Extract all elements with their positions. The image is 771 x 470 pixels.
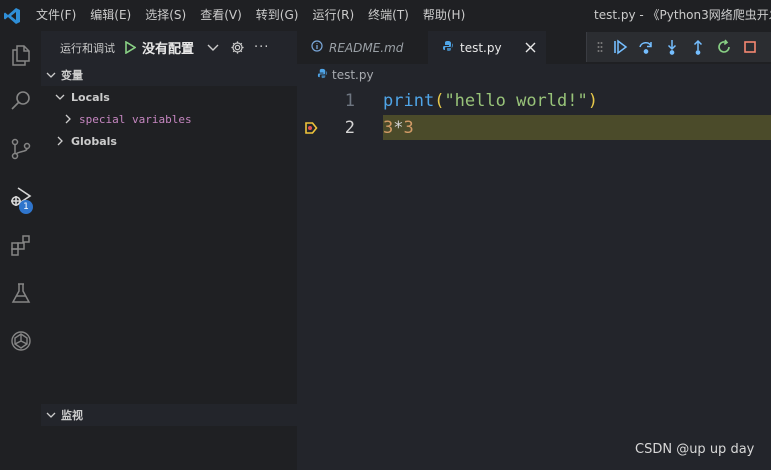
editor-tabs: README.md test.py bbox=[297, 31, 771, 64]
drag-grip-icon[interactable] bbox=[593, 41, 607, 53]
menu-file[interactable]: 文件(F) bbox=[29, 0, 83, 31]
menu-view[interactable]: 查看(V) bbox=[193, 0, 249, 31]
code-editor[interactable]: 1 print("hello world!") 2 3*3 bbox=[297, 86, 771, 470]
menu-go[interactable]: 转到(G) bbox=[249, 0, 306, 31]
menu-terminal[interactable]: 终端(T) bbox=[361, 0, 416, 31]
testing-flask-icon[interactable] bbox=[0, 269, 41, 317]
variables-title: 变量 bbox=[61, 69, 83, 82]
breadcrumb[interactable]: test.py bbox=[317, 64, 374, 86]
locals-label: Locals bbox=[71, 90, 110, 104]
tab-test-label: test.py bbox=[460, 40, 502, 55]
code-token: * bbox=[393, 118, 404, 138]
run-debug-icon[interactable]: 1 bbox=[0, 173, 41, 221]
python-icon bbox=[317, 68, 328, 82]
search-icon[interactable] bbox=[0, 77, 41, 125]
chevron-down-icon[interactable] bbox=[206, 41, 220, 55]
explorer-icon[interactable] bbox=[0, 31, 41, 79]
tree-item-special-variables[interactable]: special variables bbox=[41, 108, 297, 130]
line-code: 3*3 bbox=[383, 115, 414, 142]
tab-readme[interactable]: README.md bbox=[297, 31, 428, 64]
watch-section-header[interactable]: 监视 bbox=[41, 404, 297, 426]
step-into-icon[interactable] bbox=[659, 34, 685, 60]
code-line-current: 2 3*3 bbox=[297, 115, 771, 142]
chevron-down-icon bbox=[46, 410, 56, 420]
chevron-right-icon bbox=[55, 136, 65, 146]
chatgpt-icon[interactable] bbox=[0, 317, 41, 365]
menu-edit[interactable]: 编辑(E) bbox=[83, 0, 138, 31]
title-bar: 文件(F) 编辑(E) 选择(S) 查看(V) 转到(G) 运行(R) 终端(T… bbox=[0, 0, 771, 31]
step-over-icon[interactable] bbox=[633, 34, 659, 60]
python-icon bbox=[442, 40, 454, 55]
editor-area: README.md test.py test.py 1 print("hello… bbox=[297, 31, 771, 470]
special-variables-label: special variables bbox=[79, 112, 192, 126]
close-icon[interactable] bbox=[524, 41, 537, 54]
variables-section-header[interactable]: 变量 bbox=[41, 64, 297, 86]
code-token: print bbox=[383, 91, 435, 111]
menu-bar: 文件(F) 编辑(E) 选择(S) 查看(V) 转到(G) 运行(R) 终端(T… bbox=[29, 0, 472, 31]
window-title: test.py - 《Python3网络爬虫开发实 bbox=[594, 8, 771, 22]
menu-selection[interactable]: 选择(S) bbox=[138, 0, 193, 31]
more-actions-icon[interactable]: ··· bbox=[254, 40, 269, 55]
step-out-icon[interactable] bbox=[685, 34, 711, 60]
menu-help[interactable]: 帮助(H) bbox=[416, 0, 472, 31]
line-number: 1 bbox=[344, 91, 355, 111]
start-debugging-icon[interactable] bbox=[123, 41, 137, 55]
activity-bar: 1 bbox=[0, 31, 41, 470]
globals-label: Globals bbox=[71, 134, 117, 148]
chevron-down-icon bbox=[55, 92, 65, 102]
breadcrumb-file: test.py bbox=[332, 68, 374, 82]
code-token: 3 bbox=[383, 118, 394, 138]
code-token: 3 bbox=[403, 118, 414, 138]
tree-item-globals[interactable]: Globals bbox=[41, 130, 297, 152]
line-code: print("hello world!") bbox=[383, 88, 598, 115]
source-control-icon[interactable] bbox=[0, 125, 41, 173]
debug-config-bar: 运行和调试 没有配置 ··· bbox=[41, 31, 297, 64]
vscode-logo-icon bbox=[0, 0, 24, 31]
stop-icon[interactable] bbox=[737, 34, 763, 60]
debug-toolbar bbox=[586, 32, 771, 62]
tree-item-locals[interactable]: Locals bbox=[41, 86, 297, 108]
chevron-down-icon bbox=[46, 70, 56, 80]
debug-badge: 1 bbox=[19, 200, 33, 214]
tab-readme-label: README.md bbox=[329, 40, 404, 55]
watch-panel bbox=[41, 426, 297, 470]
code-token: ( bbox=[434, 91, 445, 111]
extensions-icon[interactable] bbox=[0, 221, 41, 269]
line-number: 2 bbox=[344, 118, 355, 138]
code-token: "hello world!" bbox=[444, 91, 588, 111]
run-debug-sidebar: 运行和调试 没有配置 ··· 变量 Locals special variabl… bbox=[41, 31, 297, 470]
code-token: ) bbox=[587, 91, 598, 111]
watch-title: 监视 bbox=[61, 409, 83, 422]
watermark: CSDN @up up day bbox=[635, 442, 755, 457]
continue-icon[interactable] bbox=[607, 34, 633, 60]
config-select[interactable]: 没有配置 bbox=[142, 38, 194, 57]
tab-test-py[interactable]: test.py bbox=[428, 31, 546, 64]
gear-icon[interactable] bbox=[229, 40, 245, 56]
sidebar-title: 运行和调试 bbox=[60, 41, 115, 55]
info-icon bbox=[311, 40, 323, 55]
chevron-right-icon bbox=[63, 114, 73, 124]
restart-icon[interactable] bbox=[711, 34, 737, 60]
variables-tree: Locals special variables Globals bbox=[41, 86, 297, 404]
menu-run[interactable]: 运行(R) bbox=[305, 0, 361, 31]
code-line: 1 print("hello world!") bbox=[297, 88, 771, 115]
